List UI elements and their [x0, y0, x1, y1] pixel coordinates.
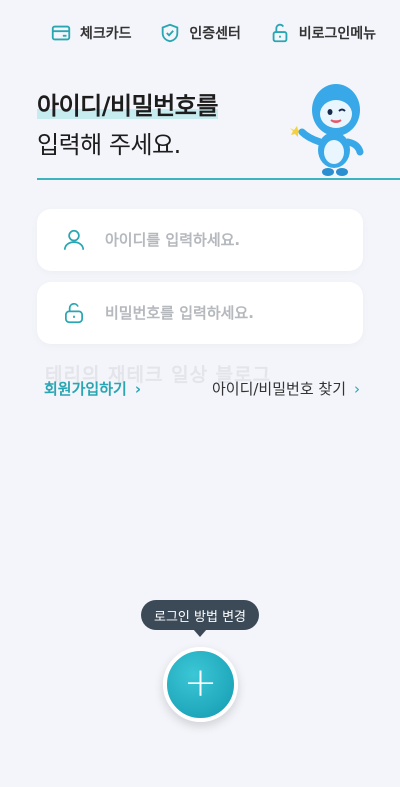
signup-link-label: 회원가입하기 — [44, 380, 127, 398]
signup-link[interactable]: 회원가입하기 › — [44, 378, 141, 399]
page-title-line2: 입력해 주세요. — [37, 131, 181, 159]
nav-guest-menu-label: 비로그인메뉴 — [298, 26, 376, 42]
id-input[interactable] — [105, 231, 335, 249]
shield-check-icon — [162, 23, 179, 43]
card-icon — [51, 25, 71, 41]
mascot-character-icon — [290, 84, 364, 176]
password-field[interactable] — [37, 282, 363, 344]
unlock-icon — [65, 302, 83, 324]
top-navigation: 체크카드 인증센터 비로그인메뉴 — [0, 18, 400, 48]
page-title: 아이디/비밀번호를 입력해 주세요. — [37, 86, 218, 160]
login-method-tooltip: 로그인 방법 변경 — [141, 600, 259, 637]
nav-check-card[interactable]: 체크카드 — [50, 18, 132, 48]
chevron-right-icon: › — [354, 380, 360, 398]
find-account-link-label: 아이디/비밀번호 찾기 — [211, 380, 346, 398]
user-icon — [63, 229, 85, 250]
find-account-link[interactable]: 아이디/비밀번호 찾기 › — [212, 378, 360, 399]
id-field[interactable] — [37, 209, 363, 271]
password-input[interactable] — [105, 304, 335, 322]
account-links: 회원가입하기 › 아이디/비밀번호 찾기 › — [44, 378, 360, 399]
nav-auth-center-label: 인증센터 — [189, 26, 241, 42]
title-divider — [37, 178, 400, 180]
plus-icon: + — [183, 659, 218, 706]
nav-auth-center[interactable]: 인증센터 — [159, 18, 241, 48]
page-title-line1: 아이디/비밀번호를 — [37, 86, 218, 121]
unlock-icon — [272, 23, 288, 43]
nav-guest-menu[interactable]: 비로그인메뉴 — [269, 18, 376, 48]
nav-check-card-label: 체크카드 — [80, 26, 132, 42]
chevron-right-icon: › — [134, 380, 141, 398]
change-login-method-button[interactable]: + — [163, 647, 238, 722]
